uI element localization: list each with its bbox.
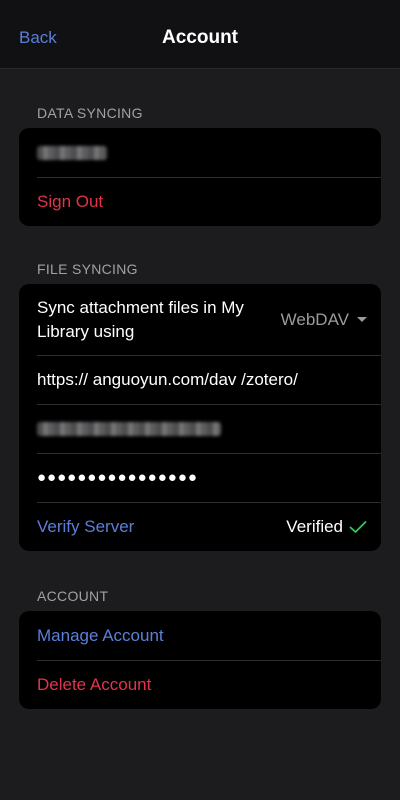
chevron-down-icon [357,317,367,322]
section-header-file-syncing: FILE SYNCING [37,261,138,277]
delete-account-button[interactable]: Delete Account [19,660,381,709]
redacted-username [37,421,221,436]
webdav-password-field[interactable]: ●●●●●●●●●●●●●●●● [19,453,381,502]
delete-account-label: Delete Account [37,674,152,694]
sign-out-label: Sign Out [37,191,104,211]
data-sync-username-row [19,128,381,177]
password-value: ●●●●●●●●●●●●●●●● [37,469,198,486]
section-header-data-syncing: DATA SYNCING [37,105,143,121]
account-group: Manage Account Delete Account [19,611,381,709]
section-header-account: ACCOUNT [37,588,109,604]
file-syncing-group: Sync attachment files in My Library usin… [19,284,381,551]
redacted-username [37,145,107,160]
sync-method-value: WebDAV [280,309,349,329]
sync-method-label: Sync attachment files in My Library usin… [37,297,244,341]
verified-status: Verified [286,517,367,537]
checkmark-icon [349,520,367,533]
verify-server-row: Verify Server Verified [19,502,381,551]
sync-method-dropdown[interactable]: WebDAV [281,310,367,330]
verified-label: Verified [286,516,343,536]
data-syncing-group: Sign Out [19,128,381,226]
server-url-value: https:// anguoyun.com/dav /zotero/ [37,369,298,389]
manage-account-button[interactable]: Manage Account [19,611,381,660]
verify-server-button[interactable]: Verify Server [37,517,134,537]
sync-method-row: Sync attachment files in My Library usin… [19,284,381,355]
manage-account-label: Manage Account [37,625,164,645]
webdav-username-field[interactable] [19,404,381,453]
page-title: Account [162,27,238,48]
sign-out-button[interactable]: Sign Out [19,177,381,226]
navigation-bar: Back Account [0,0,400,69]
server-url-field[interactable]: https:// anguoyun.com/dav /zotero/ [19,355,381,404]
